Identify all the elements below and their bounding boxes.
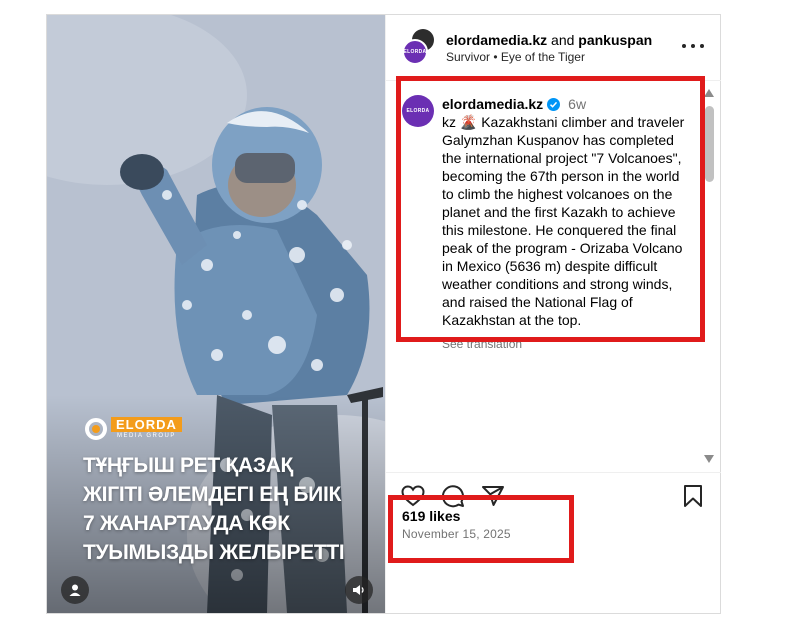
post-video[interactable]: ELORDA MEDIA GROUP ТҰҢҒЫШ РЕТ ҚАЗАҚ ЖІГІ… (47, 15, 385, 613)
coauthor-link[interactable]: pankuspan (578, 32, 652, 48)
post-authors: elordamedia.kz and pankuspan (446, 31, 652, 49)
avatar-primary: ELORDA (402, 39, 428, 65)
headline-line: ЖІГІТІ ӘЛЕМДЕГІ ЕҢ БИІК (83, 483, 342, 506)
verified-badge-icon (547, 97, 561, 111)
post-date[interactable]: November 15, 2025 (402, 527, 511, 541)
send-icon (482, 486, 504, 506)
headline-line: ТУЫМЫЗДЫ ЖЕЛБІРЕТТІ (83, 541, 345, 564)
author-link[interactable]: elordamedia.kz (446, 32, 547, 48)
scroll-down-icon[interactable] (704, 455, 714, 463)
audio-link[interactable]: Survivor • Eye of the Tiger (446, 50, 585, 65)
comment-icon (442, 485, 464, 508)
brand-logo: ELORDA MEDIA GROUP (85, 417, 182, 440)
brand-name: ELORDA (111, 417, 182, 432)
comment-button[interactable] (440, 483, 466, 509)
brand-mark-icon (85, 417, 107, 440)
caption-username[interactable]: elordamedia.kz (442, 95, 543, 113)
headline-line: ТҰҢҒЫШ РЕТ ҚАЗАҚ (83, 454, 294, 477)
more-options-button[interactable] (682, 37, 704, 55)
like-button[interactable] (400, 483, 426, 509)
caption-time[interactable]: 6w (568, 95, 586, 113)
collab-avatars[interactable]: ELORDA (402, 29, 436, 65)
audio-track: Eye of the Tiger (500, 50, 585, 64)
save-button[interactable] (680, 483, 706, 509)
heart-icon (401, 485, 425, 507)
tagged-users-button[interactable] (61, 576, 89, 604)
speaker-icon (353, 585, 364, 595)
user-icon (69, 584, 81, 596)
headline-line: 7 ЖАНАРТАУДА КӨК (83, 512, 290, 535)
caption-text: kz 🌋 Kazakhstani climber and traveler Ga… (442, 114, 685, 328)
author-joiner: and (551, 32, 575, 48)
caption-section: ELORDA elordamedia.kz 6w kz 🌋 Kazakhstan… (386, 80, 721, 473)
scroll-up-icon[interactable] (704, 89, 714, 97)
caption-avatar[interactable]: ELORDA (402, 95, 434, 127)
audio-artist: Survivor (446, 50, 491, 64)
mute-button[interactable] (345, 576, 373, 604)
brand-sub: MEDIA GROUP (117, 433, 176, 439)
audio-separator: • (493, 50, 498, 64)
bookmark-icon (684, 485, 702, 507)
caption-scrollbar[interactable] (702, 86, 716, 466)
video-headline: ТҰҢҒЫШ РЕТ ҚАЗАҚ ЖІГІТІ ӘЛЕМДЕГІ ЕҢ БИІК… (83, 451, 373, 567)
share-button[interactable] (480, 483, 506, 509)
likes-count[interactable]: 619 likes (402, 507, 460, 525)
more-icon (682, 44, 686, 48)
scroll-thumb[interactable] (705, 106, 714, 182)
see-translation-link[interactable]: See translation (442, 337, 522, 351)
post-header: ELORDA elordamedia.kz and pankuspan Surv… (386, 15, 721, 79)
post-dialog: ELORDA MEDIA GROUP ТҰҢҒЫШ РЕТ ҚАЗАҚ ЖІГІ… (46, 14, 721, 614)
post-sidebar: ELORDA elordamedia.kz and pankuspan Surv… (385, 15, 721, 613)
